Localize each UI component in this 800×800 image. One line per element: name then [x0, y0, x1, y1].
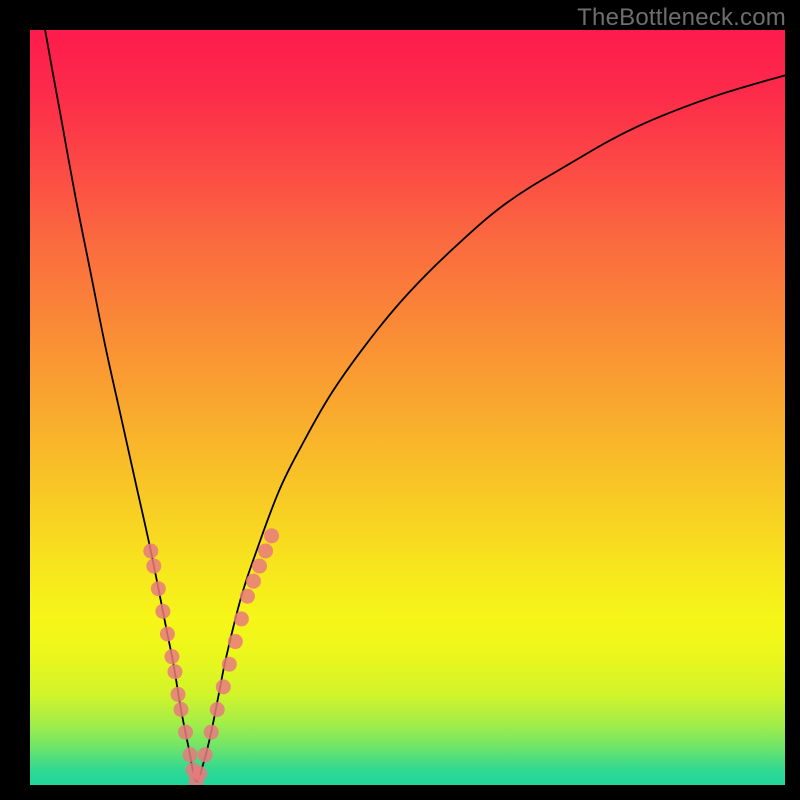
watermark-text: TheBottleneck.com — [577, 4, 786, 32]
sample-dot — [146, 559, 161, 574]
plot-area — [30, 30, 785, 785]
sample-dot — [222, 657, 237, 672]
sample-dot — [240, 589, 255, 604]
chart-frame: TheBottleneck.com — [0, 0, 800, 800]
sample-dot — [174, 702, 189, 717]
sample-dot — [252, 559, 267, 574]
sample-dot — [183, 747, 198, 762]
sample-dot — [198, 747, 213, 762]
sample-dot — [210, 702, 225, 717]
sample-dot — [167, 664, 182, 679]
sample-dot — [246, 574, 261, 589]
sample-dot — [216, 679, 231, 694]
sample-dot — [160, 627, 175, 642]
sample-dots-right — [192, 528, 279, 781]
chart-svg — [30, 30, 785, 785]
sample-dot — [264, 528, 279, 543]
sample-dot — [155, 604, 170, 619]
sample-dot — [204, 725, 219, 740]
sample-dot — [178, 725, 193, 740]
sample-dot — [170, 687, 185, 702]
sample-dot — [228, 634, 243, 649]
sample-dot — [143, 543, 158, 558]
sample-dot — [164, 649, 179, 664]
bottleneck-curve — [30, 30, 785, 782]
sample-dot — [234, 611, 249, 626]
sample-dot — [192, 766, 207, 781]
sample-dot — [258, 543, 273, 558]
sample-dot — [151, 581, 166, 596]
